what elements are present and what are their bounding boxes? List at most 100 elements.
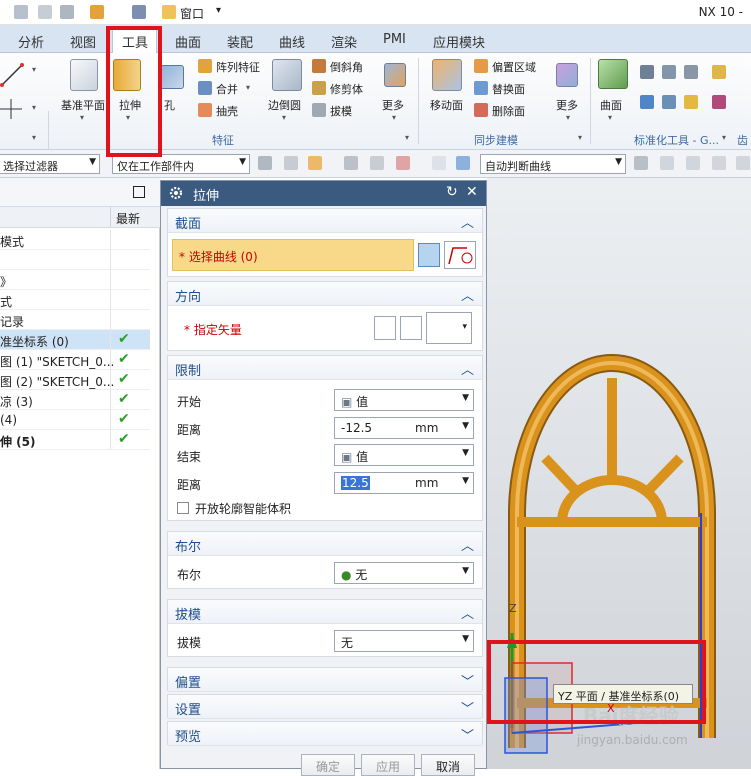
section-offset[interactable]: 偏置 ﹀ <box>167 667 483 692</box>
draft-label[interactable]: 拔模 <box>330 103 352 119</box>
section-direction-header[interactable]: 方向 ︿ <box>168 282 482 306</box>
reset-icon[interactable]: ↻ <box>446 184 458 200</box>
standard-tool-icon-5[interactable] <box>640 95 654 109</box>
more-sync-icon[interactable] <box>556 63 578 87</box>
more-features-label[interactable]: 更多 <box>382 97 404 113</box>
delete-face-icon[interactable] <box>474 103 488 117</box>
navigator-row[interactable]: 准坐标系 (0) ✔ <box>0 330 150 350</box>
standard-tool-icon-6[interactable] <box>662 95 676 109</box>
offset-region-icon[interactable] <box>474 59 488 73</box>
chamfer-icon[interactable] <box>312 59 326 73</box>
surface-label[interactable]: 曲面 <box>600 97 622 113</box>
navigator-row[interactable]: 图 (2) "SKETCH_0... ✔ <box>0 370 150 390</box>
hole-label[interactable]: 孔 <box>164 97 175 113</box>
pattern-feature-icon[interactable] <box>198 59 212 73</box>
hole-icon[interactable] <box>160 65 184 89</box>
brush-icon[interactable] <box>132 5 146 19</box>
navigator-row[interactable]: 凉 (3) ✔ <box>0 390 150 410</box>
vector-dialog-icon[interactable] <box>400 316 422 340</box>
tab-render[interactable]: 渲染 <box>331 32 357 51</box>
window-menu-caret[interactable]: ▾ <box>216 5 221 16</box>
toolbox-icon[interactable] <box>90 5 104 19</box>
surface-icon[interactable] <box>598 59 628 89</box>
start-select[interactable]: ▣ 值 ▼ <box>334 389 474 411</box>
standard-tool-icon-1[interactable] <box>640 65 654 79</box>
curve-rule-combo[interactable]: 自动判断曲线 ▼ <box>480 154 626 174</box>
select-curve-row[interactable]: * 选择曲线 (0) <box>172 239 414 271</box>
dialog-title-bar[interactable]: 拉伸 ↻ ✕ <box>161 181 486 206</box>
navigator-row[interactable]: 图 (1) "SKETCH_0... ✔ <box>0 350 150 370</box>
tab-curve[interactable]: 曲线 <box>279 32 305 51</box>
tab-view[interactable]: 视图 <box>70 32 96 51</box>
datum-plane-icon[interactable] <box>70 59 98 91</box>
navigator-row[interactable]: 模式 <box>0 230 150 250</box>
type-filter-combo[interactable]: 选择过滤器 ▼ <box>0 154 100 174</box>
close-icon[interactable]: ✕ <box>466 184 478 200</box>
datum-plane-label[interactable]: 基准平面 <box>61 97 105 113</box>
edge-blend-icon[interactable] <box>272 59 302 91</box>
vector-type-dropdown[interactable]: ▾ <box>426 312 472 344</box>
window-menu[interactable]: 窗口 <box>180 5 204 22</box>
section-settings[interactable]: 设置 ﹀ <box>167 694 483 719</box>
start-distance-field[interactable]: -12.5 mm ▼ <box>334 417 474 439</box>
point-icon[interactable] <box>0 97 24 121</box>
stop-at-intersection-icon[interactable] <box>634 156 648 170</box>
body-icon[interactable] <box>456 156 470 170</box>
snap-icon[interactable] <box>258 156 272 170</box>
curve-select-icon[interactable] <box>444 241 476 269</box>
path-icon[interactable] <box>344 156 358 170</box>
section-curve-header[interactable]: 截面 ︿ <box>168 209 482 233</box>
boolean-select[interactable]: ● 无 ▼ <box>334 562 474 584</box>
replace-face-icon[interactable] <box>474 81 488 95</box>
standard-tool-icon-7[interactable] <box>684 95 698 109</box>
arrow-icon[interactable] <box>284 156 298 170</box>
line-icon[interactable] <box>0 61 24 87</box>
unite-label[interactable]: 合并 <box>216 81 238 97</box>
standard-tool-icon-3[interactable] <box>684 65 698 79</box>
navigator-row[interactable]: 伸 (5) ✔ <box>0 430 150 450</box>
section-limits-header[interactable]: 限制 ︿ <box>168 356 482 380</box>
more-features-icon[interactable] <box>384 63 406 87</box>
section-preview[interactable]: 预览 ﹀ <box>167 721 483 746</box>
ok-button[interactable]: 确定 <box>301 754 355 776</box>
trim-body-label[interactable]: 修剪体 <box>330 81 363 97</box>
unite-icon[interactable] <box>198 81 212 95</box>
column-latest[interactable]: 最新 <box>116 210 140 227</box>
undo-icon[interactable] <box>14 5 28 19</box>
paste-icon[interactable] <box>60 5 74 19</box>
trim-body-icon[interactable] <box>312 81 326 95</box>
replace-face-label[interactable]: 替换面 <box>492 81 525 97</box>
tab-applications[interactable]: 应用模块 <box>433 32 485 51</box>
tolerance-icon[interactable] <box>736 156 750 170</box>
cancel-button[interactable]: 取消 <box>421 754 475 776</box>
angle-icon[interactable] <box>712 156 726 170</box>
standard-tool-icon-8[interactable] <box>712 95 726 109</box>
tab-analysis[interactable]: 分析 <box>18 32 44 51</box>
move-face-label[interactable]: 移动面 <box>430 97 463 113</box>
tab-pmi[interactable]: PMI <box>383 32 406 47</box>
edge-blend-label[interactable]: 边倒圆 <box>268 97 301 113</box>
draft-select[interactable]: 无 ▼ <box>334 630 474 652</box>
navigator-row[interactable]: 式 <box>0 290 150 310</box>
reverse-direction-icon[interactable] <box>374 316 396 340</box>
filter-icon[interactable] <box>308 156 322 170</box>
delete-face-label[interactable]: 删除面 <box>492 103 525 119</box>
scope-combo[interactable]: 仅在工作部件内 ▼ <box>112 154 250 174</box>
copy-icon[interactable] <box>38 5 52 19</box>
apply-button[interactable]: 应用 <box>361 754 415 776</box>
navigator-row[interactable]: (4) ✔ <box>0 410 150 430</box>
tab-surface[interactable]: 曲面 <box>175 32 201 51</box>
pattern-feature-label[interactable]: 阵列特征 <box>216 59 260 75</box>
end-distance-field[interactable]: 12.5 mm ▼ <box>334 472 474 494</box>
offset-region-label[interactable]: 偏置区域 <box>492 59 536 75</box>
standard-tool-icon-4[interactable] <box>712 65 726 79</box>
tab-assembly[interactable]: 装配 <box>227 32 253 51</box>
face-icon[interactable] <box>432 156 446 170</box>
section-boolean-header[interactable]: 布尔 ︿ <box>168 532 482 556</box>
navigator-row[interactable] <box>0 250 150 270</box>
sketch-section-icon[interactable] <box>418 243 440 267</box>
draft-icon[interactable] <box>312 103 326 117</box>
standard-tool-icon-2[interactable] <box>662 65 676 79</box>
navigator-row[interactable]: 记录 <box>0 310 150 330</box>
open-profile-checkbox[interactable] <box>177 502 189 514</box>
